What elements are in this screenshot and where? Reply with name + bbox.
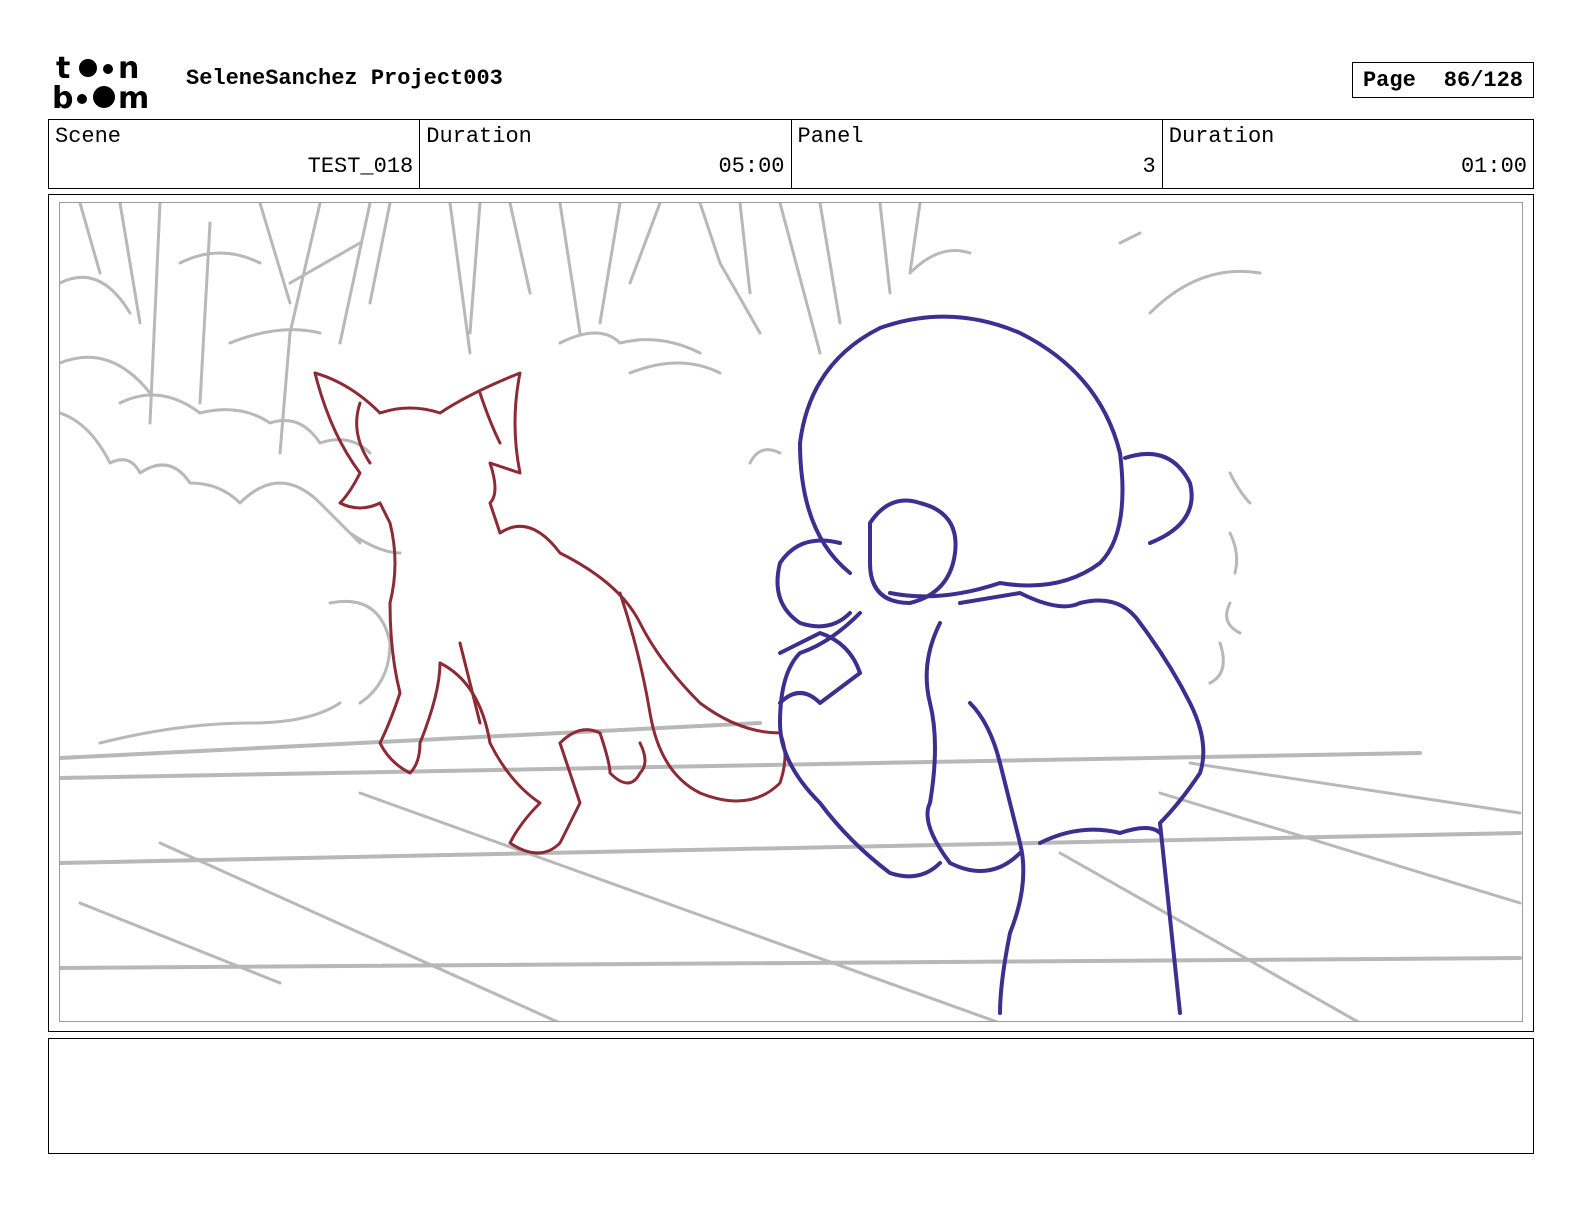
logo-dot <box>77 94 87 104</box>
panel-duration-label: Duration <box>1168 124 1275 149</box>
project-title: SeleneSanchez Project003 <box>186 66 503 91</box>
character-sketch <box>775 314 1206 1015</box>
fox-tail <box>618 591 787 803</box>
ground-perspective-lines <box>78 761 1522 1021</box>
page-label: Page <box>1362 67 1416 93</box>
scene-value: TEST_018 <box>307 154 414 179</box>
scene-cell: Scene TEST_018 <box>49 120 419 188</box>
storyboard-panel <box>59 202 1523 1022</box>
character-body-left <box>924 621 1022 873</box>
fox-hind-leg <box>558 728 647 785</box>
panel-cell: Panel 3 <box>790 120 1162 188</box>
character-ear-right <box>1123 451 1194 545</box>
panel-label: Panel <box>797 124 864 149</box>
storyboard-sketch <box>60 203 1522 1021</box>
logo-letter-m: m <box>118 81 149 112</box>
branches <box>60 231 1262 395</box>
scene-duration-label: Duration <box>426 124 532 149</box>
logo-dot <box>79 59 97 77</box>
tree-trunks <box>78 203 922 455</box>
character-hair-bun <box>868 498 958 605</box>
page-number: 86/128 <box>1443 67 1524 93</box>
panel-value: 3 <box>1142 154 1156 179</box>
character-body-right <box>958 591 1206 1015</box>
info-row: Scene TEST_018 Duration 05:00 Panel 3 Du… <box>48 119 1534 189</box>
bush-right <box>1208 471 1252 685</box>
scene-duration-cell: Duration 05:00 <box>419 120 790 188</box>
scene-label: Scene <box>55 124 122 149</box>
bush-middle <box>558 331 782 465</box>
logo-letter-b: b <box>52 81 73 112</box>
storyboard-panel-frame <box>48 194 1534 1032</box>
panel-notes-box <box>48 1038 1534 1154</box>
bush-left-bottom <box>98 599 392 745</box>
panel-duration-cell: Duration 01:00 <box>1161 120 1533 188</box>
toonboom-logo: t n b m <box>52 51 164 116</box>
fox-head-back <box>313 371 782 735</box>
panel-duration-value: 01:00 <box>1460 154 1527 179</box>
toonboom-logo-mark: t n b m <box>52 51 149 116</box>
character-head <box>798 314 1125 599</box>
character-ear-left <box>775 538 852 629</box>
logo-dot <box>93 86 115 108</box>
bush-left <box>60 411 402 555</box>
fox-detail-lines <box>355 391 502 725</box>
scene-duration-value: 05:00 <box>718 154 785 179</box>
fox-sketch <box>313 371 787 855</box>
fox-front-body <box>313 371 442 775</box>
logo-dot <box>103 64 113 74</box>
fox-rear-leg <box>438 661 582 855</box>
page-indicator: Page 86/128 <box>1352 62 1534 98</box>
character-left-arm <box>778 611 942 879</box>
